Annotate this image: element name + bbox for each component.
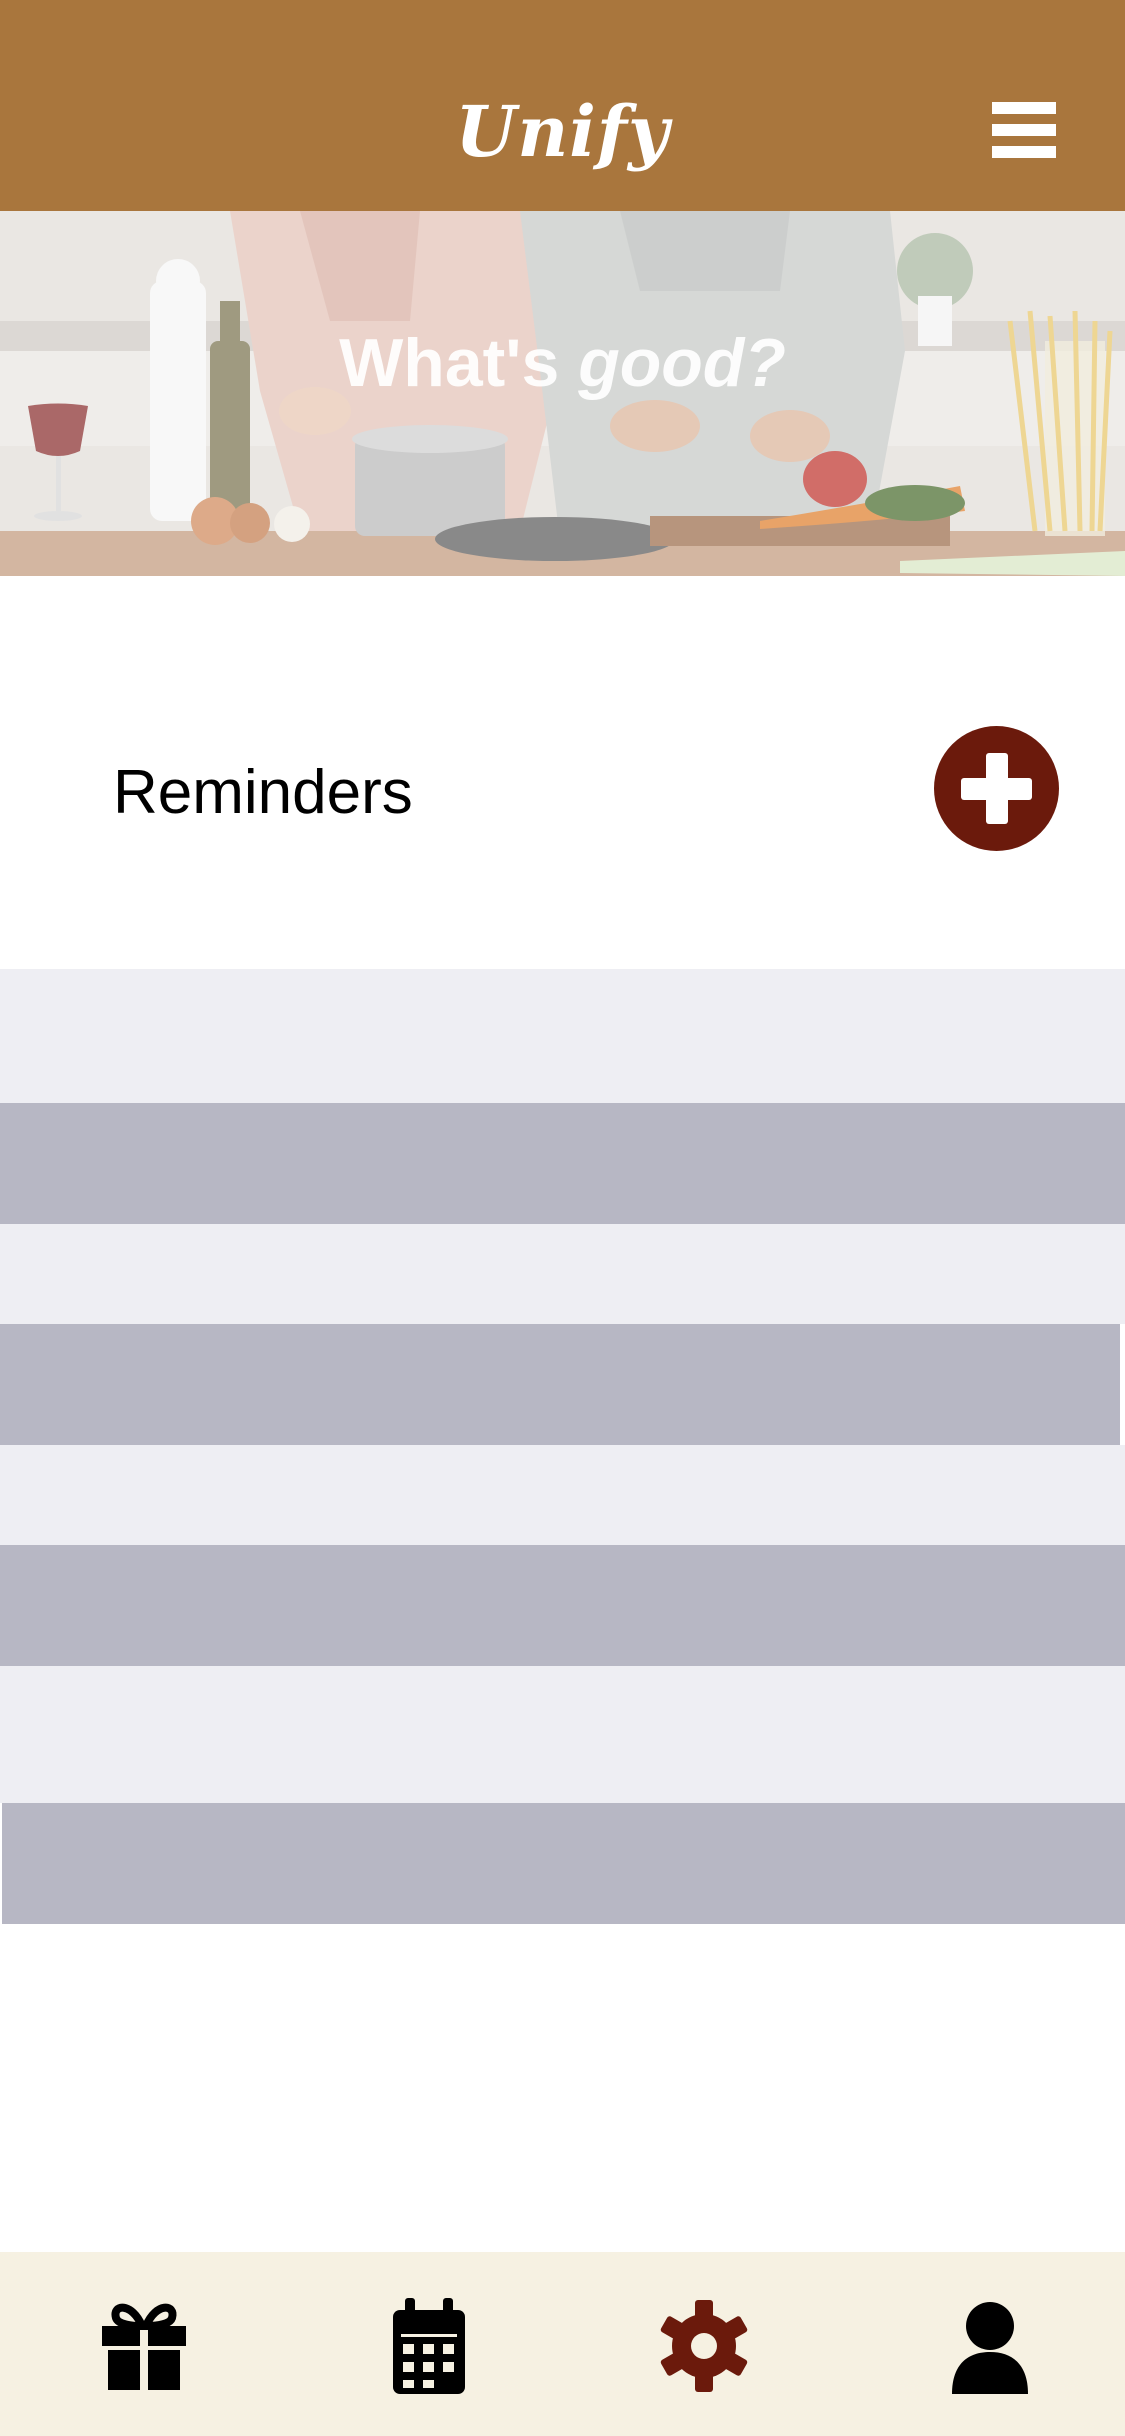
list-item[interactable]: [0, 1445, 1125, 1545]
bottom-nav: [0, 2252, 1125, 2436]
list-item[interactable]: [0, 1324, 1120, 1445]
gift-icon[interactable]: [94, 2296, 194, 2396]
list-item[interactable]: [0, 969, 1125, 1103]
reminders-title: Reminders: [113, 758, 413, 827]
list-item[interactable]: [2, 1803, 1125, 1924]
hero-banner: What's good?: [0, 211, 1125, 576]
app-header: Unify: [0, 0, 1125, 211]
hero-title-italic: good?: [578, 325, 786, 401]
list-item[interactable]: [0, 1545, 1125, 1666]
list-item[interactable]: [0, 1666, 1125, 1803]
gear-icon[interactable]: [654, 2296, 754, 2396]
add-reminder-button[interactable]: [934, 726, 1059, 851]
hamburger-menu-icon[interactable]: [992, 102, 1056, 158]
list-item[interactable]: [0, 1103, 1125, 1224]
hero-title: What's good?: [0, 324, 1125, 402]
calendar-icon[interactable]: [379, 2296, 479, 2396]
user-icon[interactable]: [940, 2296, 1040, 2396]
app-logo: Unify: [455, 90, 670, 173]
list-item[interactable]: [0, 1224, 1125, 1324]
hero-title-plain: What's: [339, 325, 579, 401]
